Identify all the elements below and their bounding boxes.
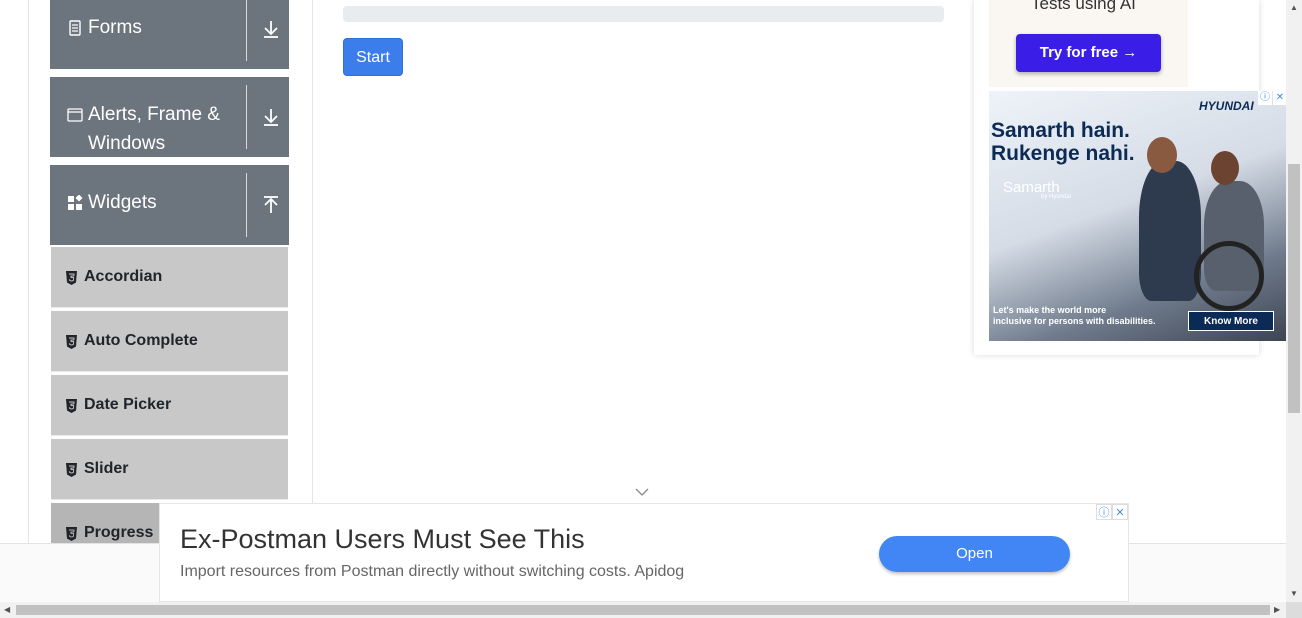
adchoices-icon[interactable]: ⓘ	[1096, 504, 1112, 520]
html5-icon	[66, 335, 77, 349]
close-icon[interactable]: ✕	[1273, 91, 1286, 105]
sidebar-item-label: Date Picker	[84, 396, 172, 413]
horizontal-scrollbar[interactable]: ◀ ▶	[0, 602, 1286, 618]
sidebar-item-accordian[interactable]: Accordian	[51, 247, 288, 308]
column-divider	[28, 0, 29, 543]
html5-icon	[66, 463, 77, 477]
open-button[interactable]: Open	[879, 536, 1070, 572]
sidebar-item-label: Slider	[84, 460, 129, 477]
scrollbar-corner	[1286, 602, 1302, 618]
html5-icon	[66, 399, 77, 413]
adchoices-icon[interactable]: ⓘ	[1258, 91, 1272, 105]
html5-icon	[66, 271, 77, 285]
wheelchair-wheel	[1194, 241, 1264, 311]
window-icon	[67, 108, 83, 122]
ad-top-text: Tests using AI	[1031, 0, 1136, 13]
close-icon[interactable]: ✕	[1112, 504, 1128, 520]
upload-icon[interactable]	[260, 194, 282, 216]
widgets-icon	[68, 195, 83, 210]
divider	[246, 85, 247, 149]
sidebar-item-label: Progress	[84, 524, 154, 541]
sidebar-group-alerts[interactable]: Alerts, Frame & Windows	[50, 77, 289, 157]
try-for-free-button[interactable]: Try for free →	[1016, 34, 1161, 72]
hyundai-logo: HYUNDAI	[1199, 99, 1254, 113]
ad-person-figure	[1139, 161, 1201, 301]
scroll-up-icon[interactable]: ▲	[1290, 4, 1298, 12]
sidebar-item-date-picker[interactable]: Date Picker	[51, 375, 288, 436]
progress-bar	[343, 6, 944, 22]
start-button[interactable]: Start	[343, 38, 403, 76]
sidebar-group-widgets[interactable]: Widgets	[50, 165, 289, 245]
html5-icon	[66, 527, 77, 541]
ad-headline: Samarth hain. Rukenge nahi.	[991, 119, 1135, 165]
ad-person-head	[1147, 137, 1177, 173]
download-icon[interactable]	[260, 18, 282, 40]
horizontal-scroll-thumb[interactable]	[16, 605, 1270, 615]
scroll-right-icon[interactable]: ▶	[1274, 606, 1280, 614]
sidebar-item-label: Accordian	[84, 268, 163, 285]
bottom-ad[interactable]: Ex-Postman Users Must See This Import re…	[159, 503, 1129, 602]
document-icon	[69, 20, 81, 36]
scroll-down-icon[interactable]: ▼	[1290, 590, 1298, 598]
column-divider	[312, 0, 313, 543]
ad-footer-text: Let's make the world more inclusive for …	[993, 305, 1156, 326]
sidebar-group-label: Windows	[88, 133, 166, 154]
sidebar-group-label: Alerts, Frame &	[88, 104, 220, 125]
sidebar-group-forms[interactable]: Forms	[50, 0, 289, 69]
download-icon[interactable]	[260, 106, 282, 128]
know-more-button[interactable]: Know More	[1188, 311, 1274, 331]
sidebar-group-label: Forms	[88, 17, 142, 38]
sidebar-item-slider[interactable]: Slider	[51, 439, 288, 500]
chevron-down-icon[interactable]	[634, 486, 650, 498]
divider	[246, 173, 247, 237]
hyundai-ad[interactable]: HYUNDAI Samarth hain. Rukenge nahi. Sama…	[989, 91, 1286, 341]
vertical-scrollbar[interactable]: ▲ ▼	[1286, 0, 1302, 602]
sidebar-item-label: Auto Complete	[84, 332, 198, 349]
page-viewport: Forms Alerts, Frame & Windows Widgets Ac…	[0, 0, 1286, 602]
samarth-logo-sub: by Hyundai	[1041, 194, 1072, 200]
scroll-left-icon[interactable]: ◀	[4, 606, 10, 614]
sidebar-group-label: Widgets	[88, 192, 157, 213]
ad-person-head	[1211, 151, 1239, 185]
sidebar-item-auto-complete[interactable]: Auto Complete	[51, 311, 288, 372]
bottom-ad-subtitle: Import resources from Postman directly w…	[180, 563, 685, 580]
divider	[246, 0, 247, 61]
vertical-scroll-thumb[interactable]	[1288, 164, 1300, 413]
bottom-ad-title[interactable]: Ex-Postman Users Must See This	[180, 524, 585, 555]
